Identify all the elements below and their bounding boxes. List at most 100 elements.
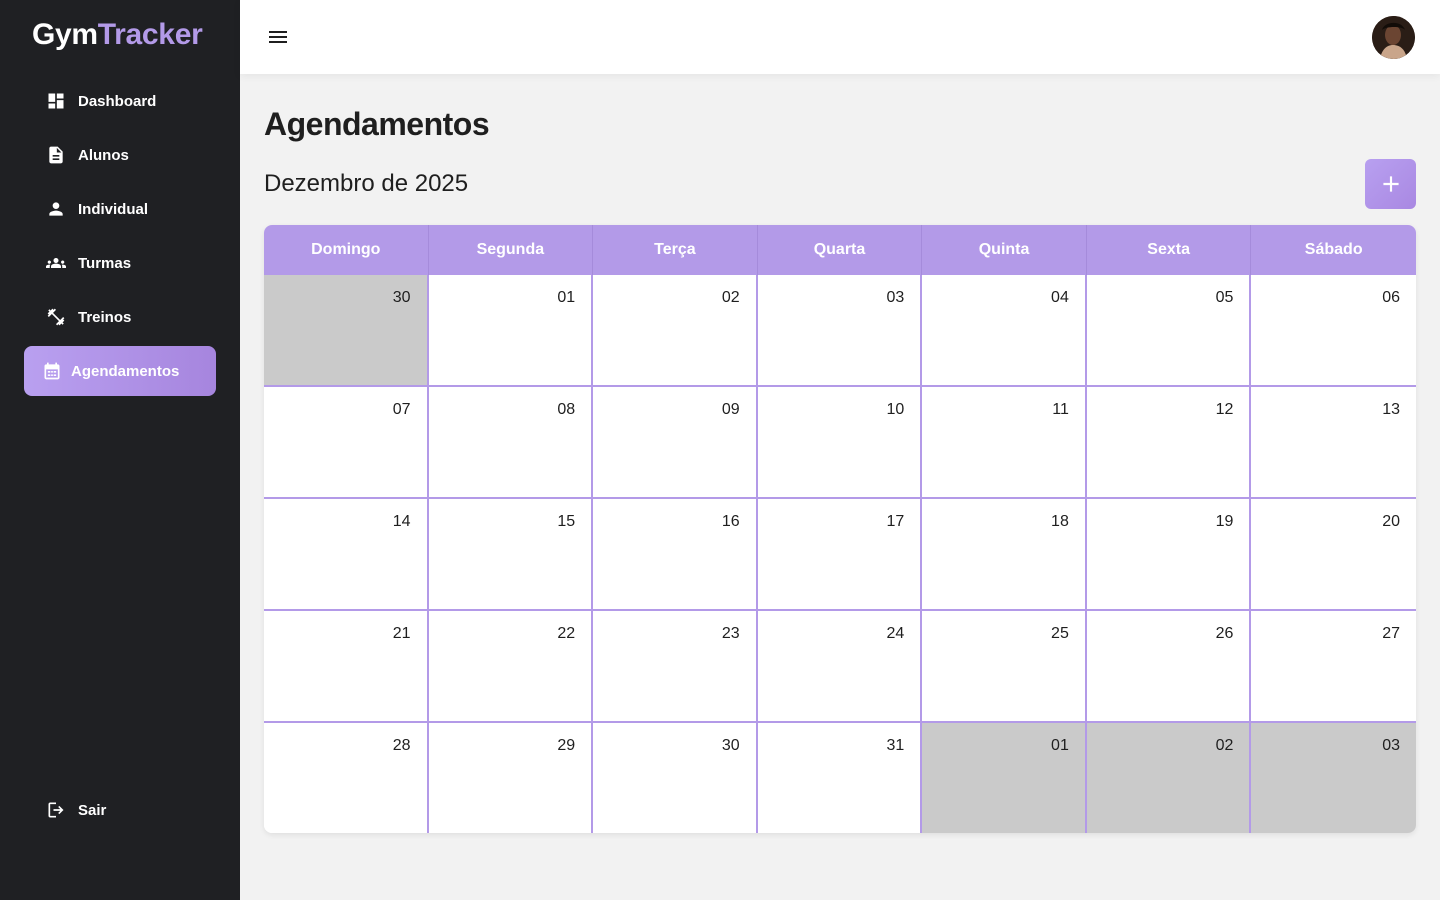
day-number: 29 (557, 737, 576, 754)
sidebar-item-treinos[interactable]: Treinos (24, 292, 216, 342)
calendar-day-cell[interactable]: 05 (1086, 275, 1252, 387)
day-number: 19 (1215, 513, 1234, 530)
weekday-sabado: Sábado (1304, 241, 1363, 258)
user-avatar[interactable] (1372, 16, 1415, 59)
calendar-day-cell[interactable]: 13 (1251, 387, 1416, 499)
weekday-sexta: Sexta (1087, 225, 1252, 275)
sidebar-item-label: Agendamentos (71, 362, 180, 380)
weekday-terca: Terça (593, 225, 758, 275)
calendar-day-cell[interactable]: 03 (1251, 723, 1416, 833)
calendar-day-cell[interactable]: 27 (1251, 611, 1416, 723)
sidebar: GymTracker Dashboard Alunos Individual T… (0, 0, 240, 900)
calendar-day-cell[interactable]: 26 (1086, 611, 1252, 723)
calendar-day-cell[interactable]: 17 (757, 499, 923, 611)
calendar-day-cell[interactable]: 02 (593, 275, 758, 387)
hamburger-menu-icon[interactable] (264, 23, 292, 51)
calendar-day-cell[interactable]: 18 (922, 499, 1087, 611)
sidebar-item-label: Turmas (78, 254, 132, 272)
calendar-day-cell[interactable]: 07 (264, 387, 429, 499)
calendar-day-cell[interactable]: 16 (593, 499, 758, 611)
day-number: 30 (392, 289, 411, 306)
calendar-day-cell[interactable]: 11 (922, 387, 1087, 499)
sidebar-item-dashboard[interactable]: Dashboard (24, 76, 216, 126)
calendar-day-cell[interactable]: 22 (428, 611, 594, 723)
calendar-day-cell[interactable]: 20 (1251, 499, 1416, 611)
calendar-day-cell[interactable]: 23 (593, 611, 758, 723)
group-icon (46, 253, 66, 273)
day-number: 03 (1382, 737, 1400, 754)
calendar-day-cell[interactable]: 14 (264, 499, 429, 611)
add-appointment-button[interactable] (1365, 159, 1416, 209)
calendar-day-cell[interactable]: 19 (1086, 499, 1252, 611)
sidebar-item-alunos[interactable]: Alunos (24, 130, 216, 180)
logout-button[interactable]: Sair (24, 785, 216, 835)
logout-icon (46, 800, 66, 820)
sidebar-item-label: Alunos (78, 146, 129, 164)
calendar-day-cell[interactable]: 12 (1086, 387, 1252, 499)
dashboard-icon (46, 91, 66, 111)
month-label: Dezembro de 2025 (264, 170, 469, 197)
day-number: 22 (557, 625, 576, 642)
calendar-day-cell[interactable]: 31 (757, 723, 923, 833)
sidebar-item-label: Individual (78, 200, 149, 218)
weekday-quinta: Quinta (922, 225, 1087, 275)
day-number: 06 (1382, 289, 1400, 306)
calendar-day-cell[interactable]: 29 (428, 723, 594, 833)
calendar-header: Domingo Segunda Terça Quarta Quinta Sext… (264, 225, 1416, 275)
day-number: 17 (886, 513, 905, 530)
sidebar-item-turmas[interactable]: Turmas (24, 238, 216, 288)
sidebar-item-individual[interactable]: Individual (24, 184, 216, 234)
day-number: 03 (886, 289, 905, 306)
day-number: 21 (392, 625, 411, 642)
sidebar-nav: Dashboard Alunos Individual Turmas Trein… (24, 76, 216, 400)
sidebar-item-label: Treinos (78, 308, 132, 326)
calendar-day-cell[interactable]: 10 (757, 387, 923, 499)
calendar-day-cell[interactable]: 06 (1251, 275, 1416, 387)
day-number: 27 (1382, 625, 1400, 642)
page-title: Agendamentos (264, 106, 490, 142)
day-number: 02 (721, 289, 740, 306)
day-number: 07 (392, 401, 411, 418)
day-number: 30 (721, 737, 740, 754)
day-number: 13 (1382, 401, 1400, 418)
day-number: 18 (1051, 513, 1069, 530)
calendar-day-cell[interactable]: 04 (922, 275, 1087, 387)
calendar-day-cell[interactable]: 02 (1086, 723, 1252, 833)
day-number: 02 (1215, 737, 1234, 754)
calendar: Domingo Segunda Terça Quarta Quinta Sext… (264, 225, 1416, 833)
day-number: 11 (1052, 401, 1069, 418)
day-number: 25 (1051, 625, 1069, 642)
logo-gym: Gym (32, 18, 98, 51)
logout-section: Sair (24, 785, 216, 839)
calendar-day-cell[interactable]: 01 (922, 723, 1087, 833)
top-bar (240, 0, 1440, 74)
calendar-day-cell[interactable]: 28 (264, 723, 429, 833)
calendar-day-cell[interactable]: 03 (757, 275, 923, 387)
weekday-quarta: Quarta (758, 225, 923, 275)
day-number: 12 (1215, 401, 1234, 418)
sidebar-item-agendamentos[interactable]: Agendamentos (24, 346, 216, 396)
day-number: 26 (1215, 625, 1234, 642)
calendar-day-cell[interactable]: 08 (428, 387, 594, 499)
weekday-segunda: Segunda (429, 225, 594, 275)
day-number: 16 (721, 513, 740, 530)
weekday-domingo: Domingo (264, 225, 429, 275)
calendar-day-cell[interactable]: 01 (428, 275, 594, 387)
day-number: 14 (392, 513, 411, 530)
sidebar-item-label: Dashboard (78, 92, 157, 110)
calendar-day-cell[interactable]: 24 (757, 611, 923, 723)
plus-icon (1382, 176, 1399, 192)
day-number: 04 (1051, 289, 1069, 306)
calendar-day-cell[interactable]: 09 (593, 387, 758, 499)
calendar-day-cell[interactable]: 30 (593, 723, 758, 833)
calendar-day-cell[interactable]: 21 (264, 611, 429, 723)
day-number: 15 (557, 513, 576, 530)
day-number: 08 (557, 401, 576, 418)
person-icon (46, 199, 66, 219)
app-logo[interactable]: GymTracker (32, 16, 203, 54)
document-icon (46, 145, 66, 165)
calendar-day-cell[interactable]: 15 (428, 499, 594, 611)
calendar-grid: 30 01 02 03 04 05 06 07 08 09 10 11 12 13 14 15 16 17 18 19… (264, 275, 1416, 833)
calendar-day-cell[interactable]: 30 (264, 275, 429, 387)
calendar-day-cell[interactable]: 25 (922, 611, 1087, 723)
